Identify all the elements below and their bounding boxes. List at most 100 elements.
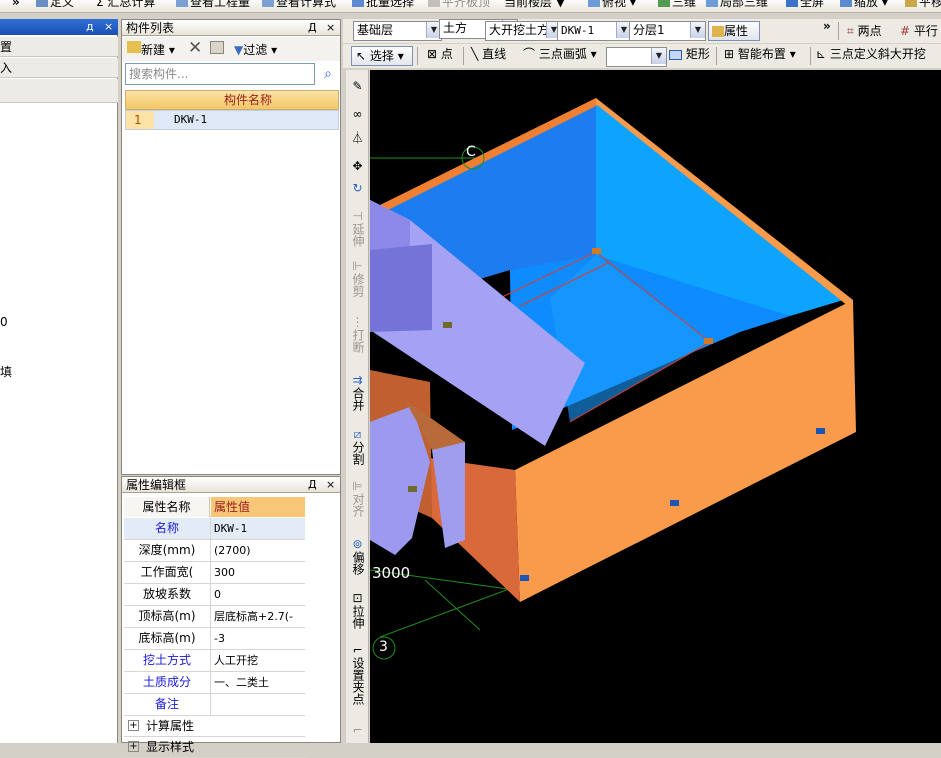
left-nav-item[interactable]: 入 [0,58,118,78]
delete-icon[interactable]: ✕ [188,38,202,58]
line-label: 直线 [482,47,507,61]
property-row[interactable]: 放坡系数 0 [124,584,305,606]
mirror-icon[interactable]: ⏃ [346,132,369,145]
break-button[interactable]: ⋮ 打断 [346,316,369,356]
component-select[interactable]: DKW-1 ▼ [557,21,632,41]
local-3d-icon [706,0,718,7]
point-button[interactable]: ⊠ 点 [427,44,453,64]
view-formula-label: 查看计算式 [276,0,337,9]
property-row[interactable]: 挖土方式 人工开挖 [124,650,305,672]
arc-button[interactable]: ⌒ 三点画弧 ▾ [523,44,597,64]
expand-icon[interactable]: + [128,720,139,731]
align-slab-button[interactable]: 平齐板顶 [428,0,490,9]
column-header-property-value: 属性值 [211,497,305,517]
trim-button[interactable]: ⊩ 修剪 [346,260,369,300]
property-row[interactable]: 底标高(m) -3 [124,628,305,650]
brush-icon[interactable]: ✎ [346,80,369,93]
axis-label-3: 3 [379,639,388,655]
pan-button[interactable]: 平移 [905,0,941,9]
trim-icon: ⊩ [352,259,363,273]
new-component-button[interactable]: 新建 ▾ [127,41,175,58]
break-label: 打断 [351,329,365,353]
property-group-row[interactable]: + 显示样式 [124,737,305,758]
current-floor-select[interactable]: 当前楼层 ▼ [504,0,565,9]
arc-label: 三点画弧 [538,47,587,61]
batch-select-button[interactable]: 批量选择 [352,0,414,9]
property-row[interactable]: 顶标高(m) 层底标高+2.7(- [124,606,305,628]
axis-icon: ⌗ [847,24,854,38]
new-icon [127,41,141,53]
two-points-label: 两点 [857,24,882,38]
define-button[interactable]: 定义 [36,0,74,9]
arc-option-select[interactable]: ▼ [606,47,667,67]
parallel-button[interactable]: # 平行 [900,22,938,39]
close-icon[interactable]: × [326,477,335,493]
property-editor-panel: 属性编辑框 Д × 属性名称 属性值 名称 DKW-1 深度(mm) (2700… [121,476,341,758]
left-nav-item[interactable] [0,79,118,103]
layer-select[interactable]: 分层1 ▼ [629,21,706,41]
line-button[interactable]: ╲ 直线 [471,44,506,64]
3d-button[interactable]: 三维 [658,0,696,9]
rect-button[interactable]: 矩形 [669,44,710,64]
summary-calc-button[interactable]: Σ 汇总计算 [96,0,155,9]
set-grip-button[interactable]: ⌐ 设置夹点 [346,644,369,708]
layer-value: 分层1 [633,23,665,37]
move-icon[interactable]: ✥ [346,160,369,173]
search-icon[interactable]: ⌕ [317,63,339,85]
rect-icon [669,49,682,60]
table-row[interactable]: 1 DKW-1 [125,110,339,130]
fullscreen-button[interactable]: 全屏 [786,0,824,9]
pin-icon[interactable]: Д [308,20,317,36]
local-3d-button[interactable]: 局部三维 [706,0,768,9]
property-row[interactable]: 土质成分 一、二类土 [124,672,305,694]
top-view-button[interactable]: 俯视 ▾ [588,0,636,9]
smart-layout-button[interactable]: ⊞ 智能布置 ▾ [724,44,796,64]
property-grid-header: 属性名称 属性值 [124,497,305,517]
select-button[interactable]: ↖ 选择 ▾ [351,46,413,66]
component-list-title: 构件列表 [126,21,175,35]
left-nav-item[interactable]: 0 [0,315,20,329]
filter-button[interactable]: ▼过滤 ▾ [234,41,277,58]
properties-button[interactable]: 属性 [708,21,760,41]
align-button[interactable]: ⊫ 对齐 [346,480,369,520]
pin-icon[interactable]: Д [308,477,317,493]
row-index: 1 [126,111,154,129]
property-group-row[interactable]: + 计算属性 [124,716,305,737]
toolbar-overflow[interactable]: » [823,19,831,33]
category-value: 土方 [443,21,468,35]
property-row[interactable]: 备注 [124,694,305,716]
stretch-button[interactable]: ⊡ 拉伸 [346,592,369,632]
property-row[interactable]: 名称 DKW-1 [124,518,305,540]
3d-viewport[interactable]: C 3 3000 [370,70,941,743]
corner-icon[interactable]: ⌐ [346,724,369,737]
split-button[interactable]: ⧄ 分割 [346,428,369,468]
layer-toolbar: 基础层▼ 土方 ▼ 大开挖土方▼ DKW-1▼ 分层1 ▼ 属性 » ⌗ 两点 # … [343,19,941,43]
component-search-input[interactable]: 搜索构件... [125,63,315,85]
merge-button[interactable]: ⇉ 合并 [346,374,369,414]
property-row[interactable]: 深度(mm) (2700) [124,540,305,562]
view-quantity-button[interactable]: 查看工程量 [176,0,250,9]
extend-button[interactable]: ⊣ 延伸 [346,210,369,250]
3d-icon [658,0,670,7]
rotate-icon[interactable]: ↻ [346,182,369,195]
offset-icon: ⊚ [352,537,363,551]
left-nav-item[interactable]: 填 [0,365,20,379]
link-icon[interactable]: ∞ [346,108,369,121]
view-formula-button[interactable]: 查看计算式 [262,0,336,9]
parallel-label: 平行 [913,24,938,38]
two-points-button[interactable]: ⌗ 两点 [847,22,882,39]
copy-icon[interactable] [210,41,224,54]
type-select[interactable]: 大开挖土方 ▼ [485,21,562,41]
toolbar-overflow[interactable]: » [12,0,20,9]
close-icon[interactable]: × [326,20,335,36]
floor-select[interactable]: 基础层 ▼ [353,21,442,41]
offset-button[interactable]: ⊚ 偏移 [346,538,369,578]
three-point-slope-button[interactable]: ⊾ 三点定义斜大开挖 [816,44,926,64]
zoom-label: 缩放 [854,0,879,9]
close-icon[interactable]: × [104,19,113,35]
property-row[interactable]: 工作面宽( 300 [124,562,305,584]
left-nav-item[interactable]: 置 [0,37,118,57]
point-label: 点 [440,47,453,61]
pin-icon[interactable]: д [86,19,94,35]
zoom-button[interactable]: 缩放 ▾ [840,0,888,9]
